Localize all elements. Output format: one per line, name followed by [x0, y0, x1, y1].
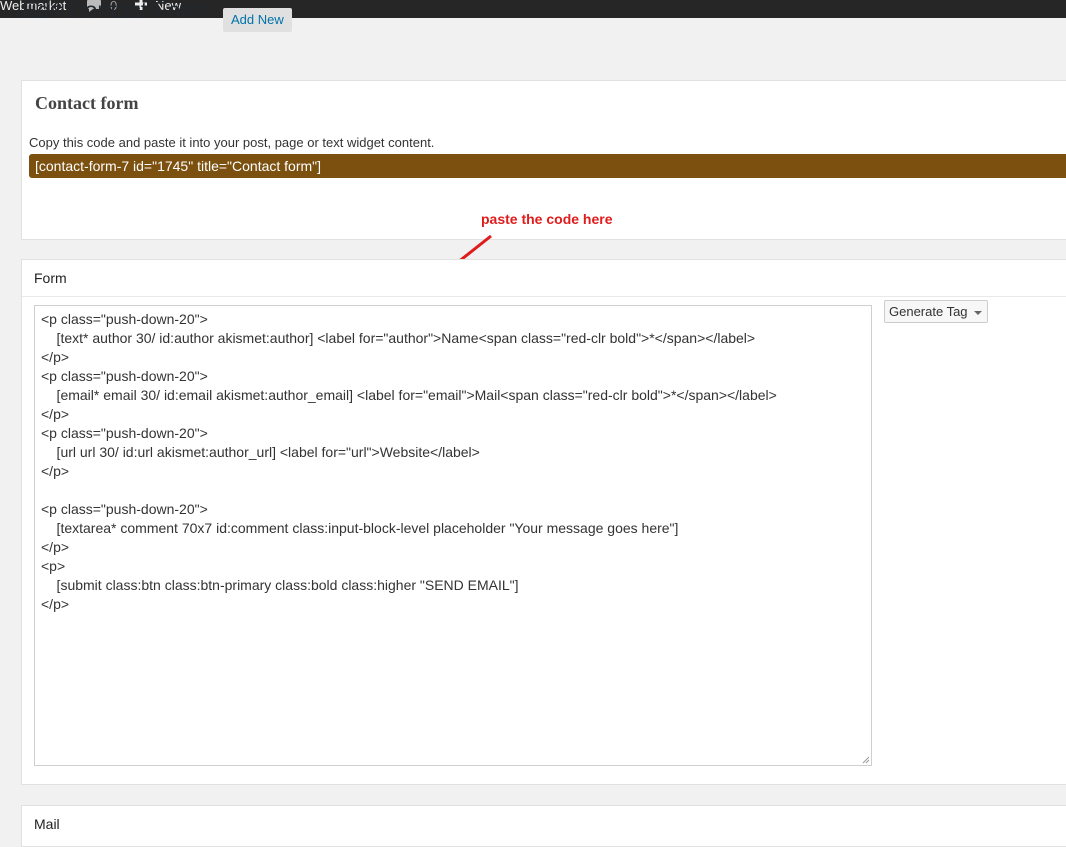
mail-box: Mail [21, 805, 1066, 847]
resize-grip-icon[interactable] [862, 756, 870, 764]
annotation-label: paste the code here [481, 211, 613, 227]
form-box-title: Form [34, 270, 67, 286]
code-line: <p class="push-down-20"> [41, 501, 208, 517]
code-line: </p> [41, 596, 70, 612]
contact-form-title: Contact form [35, 93, 139, 113]
generate-tag-button[interactable]: Generate Tag [884, 300, 988, 323]
dropdown-caret-icon [973, 310, 982, 315]
code-line: </p> [41, 539, 70, 555]
add-new-button[interactable]: Add New [223, 8, 292, 32]
code-line: [url url 30/ id:url akismet:author_url] … [41, 444, 480, 460]
generate-tag-label: Generate Tag [889, 304, 968, 319]
page-title: Edit Contact Form [22, 0, 208, 23]
code-line: [email* email 30/ id:email akismet:autho… [41, 387, 777, 403]
code-line: </p> [41, 406, 70, 422]
code-line: <p class="push-down-20"> [41, 311, 208, 327]
code-line: </p> [41, 349, 70, 365]
code-line: [submit class:btn class:btn-primary clas… [41, 577, 519, 593]
code-line: <p class="push-down-20"> [41, 425, 208, 441]
form-box: Form <p class="push-down-20"> [text* aut… [21, 259, 1066, 785]
code-line: [text* author 30/ id:author akismet:auth… [41, 330, 756, 346]
code-line: <p> [41, 558, 66, 574]
form-box-header: Form [22, 260, 1066, 297]
code-line: </p> [41, 463, 70, 479]
mail-box-title: Mail [34, 816, 60, 832]
shortcode-description: Copy this code and paste it into your po… [29, 135, 435, 150]
code-line: [textarea* comment 70x7 id:comment class… [41, 520, 679, 536]
form-code-textarea[interactable]: <p class="push-down-20"> [text* author 3… [34, 305, 872, 766]
code-line: <p class="push-down-20"> [41, 368, 208, 384]
shortcode-field[interactable] [29, 154, 1066, 178]
